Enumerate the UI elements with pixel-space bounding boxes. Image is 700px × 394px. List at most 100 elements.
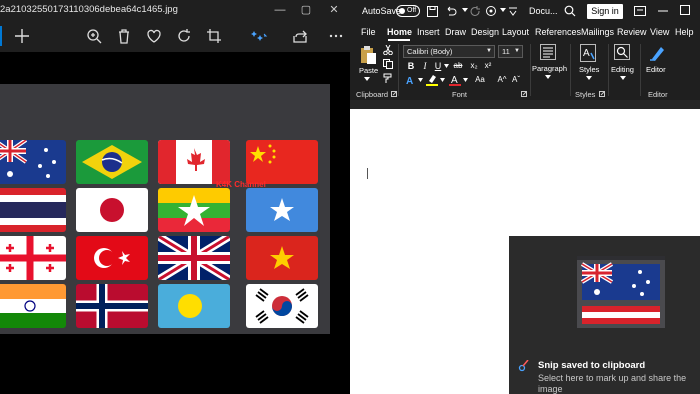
svg-text:A: A	[406, 76, 413, 86]
share-icon[interactable]	[290, 26, 310, 46]
flag-palau	[158, 284, 230, 328]
paragraph-label[interactable]: Paragraph	[532, 64, 567, 73]
flag-india	[0, 284, 66, 328]
tab-insert[interactable]: Insert	[417, 27, 440, 37]
save-icon[interactable]	[427, 6, 438, 17]
paragraph-icon[interactable]	[540, 44, 556, 60]
format-painter-icon[interactable]	[383, 73, 393, 83]
document-name[interactable]: Docu...	[529, 6, 558, 16]
redo-icon[interactable]	[470, 6, 481, 17]
shrink-font-button[interactable]: Aˇ	[510, 74, 522, 86]
editor-icon[interactable]	[648, 44, 666, 62]
font-launcher-icon[interactable]	[521, 91, 527, 97]
styles-label[interactable]: Styles	[579, 65, 599, 74]
flag-japan	[76, 188, 148, 232]
flag-vietnam	[246, 236, 318, 280]
grow-font-button[interactable]: A^	[496, 74, 508, 86]
tab-file[interactable]: File	[361, 27, 376, 37]
restore-icon[interactable]	[680, 5, 690, 15]
tab-help[interactable]: Help	[675, 27, 694, 37]
separator	[398, 44, 399, 96]
styles-icon[interactable]: A	[580, 44, 596, 62]
touch-dropdown-icon[interactable]	[500, 8, 506, 13]
flag-turkey	[76, 236, 148, 280]
font-color-dropdown-icon[interactable]	[463, 78, 468, 82]
edit-icon[interactable]	[248, 26, 268, 46]
italic-button[interactable]: I	[419, 60, 431, 72]
font-name: Calibri (Body)	[407, 47, 453, 56]
photos-window: 2a21032550173110306debea64c1465.jpg — ▢ …	[0, 0, 350, 394]
touch-mode-icon[interactable]	[485, 5, 497, 17]
underline-dropdown-icon[interactable]	[444, 64, 449, 68]
heart-icon[interactable]	[144, 26, 164, 46]
close-button[interactable]: ✕	[326, 2, 342, 18]
rotate-icon[interactable]	[174, 26, 194, 46]
crop-icon[interactable]	[204, 26, 224, 46]
minimize-button[interactable]: —	[272, 2, 288, 18]
tab-draw[interactable]: Draw	[445, 27, 466, 37]
highlight-icon[interactable]	[426, 74, 438, 86]
paragraph-dropdown-icon[interactable]	[545, 75, 551, 79]
ribbon-display-icon[interactable]	[634, 5, 646, 17]
separator	[640, 44, 641, 96]
change-case-button[interactable]: Aa	[472, 74, 488, 86]
undo-icon[interactable]	[445, 6, 457, 17]
flag-brazil	[76, 140, 148, 184]
tab-view[interactable]: View	[650, 27, 669, 37]
subscript-button[interactable]: x₂	[468, 60, 480, 72]
copy-icon[interactable]	[383, 59, 393, 69]
styles-dropdown-icon[interactable]	[586, 76, 592, 80]
superscript-button[interactable]: x²	[482, 60, 494, 72]
flag-australia	[0, 140, 66, 184]
flag-thailand	[0, 188, 66, 232]
tab-references[interactable]: References	[535, 27, 581, 37]
separator	[530, 44, 531, 96]
styles-launcher-icon[interactable]	[599, 91, 605, 97]
search-icon[interactable]	[564, 5, 576, 17]
tab-home[interactable]: Home	[387, 27, 412, 37]
customize-qat-icon[interactable]	[509, 6, 517, 16]
tab-layout[interactable]: Layout	[502, 27, 529, 37]
ribbon: Paste Clipboard Calibri (Body) ▼ 11 ▼ B I …	[350, 42, 700, 100]
editing-icon[interactable]	[614, 44, 630, 60]
maximize-button[interactable]: ▢	[298, 2, 314, 18]
editing-label[interactable]: Editing	[611, 65, 634, 74]
font-name-box[interactable]: Calibri (Body) ▼	[403, 45, 495, 58]
flag-georgia	[0, 236, 66, 280]
snip-thumbnail[interactable]	[577, 256, 665, 328]
font-size-box[interactable]: 11 ▼	[498, 45, 523, 58]
tab-mailings[interactable]: Mailings	[581, 27, 614, 37]
watermark: K4K Channel	[216, 180, 266, 189]
plus-icon[interactable]	[12, 26, 32, 46]
flag-united-kingdom	[158, 236, 230, 280]
photos-toolbar	[0, 20, 350, 52]
snip-notification[interactable]: Snip saved to clipboard Select here to m…	[509, 236, 700, 394]
text-effects-icon[interactable]: A	[405, 75, 417, 86]
chevron-down-icon: ▼	[486, 48, 492, 54]
bold-button[interactable]: B	[405, 60, 417, 72]
cut-icon[interactable]	[383, 45, 393, 55]
tab-review[interactable]: Review	[617, 27, 647, 37]
tab-design[interactable]: Design	[471, 27, 499, 37]
flag-south-korea	[246, 284, 318, 328]
paste-label[interactable]: Paste	[359, 66, 378, 75]
undo-dropdown-icon[interactable]	[462, 8, 468, 13]
text-effects-dropdown-icon[interactable]	[418, 78, 423, 82]
font-color-icon[interactable]: A	[449, 74, 461, 86]
clipboard-launcher-icon[interactable]	[391, 91, 397, 97]
sign-in-button[interactable]: Sign in	[587, 4, 623, 19]
quick-access-toolbar: AutoSave Off Docu... Sign in	[350, 0, 700, 24]
minimize-icon[interactable]	[658, 10, 668, 12]
underline-button[interactable]: U	[432, 60, 444, 72]
strikethrough-button[interactable]: ab	[451, 60, 465, 72]
editor-label[interactable]: Editor	[646, 65, 666, 74]
more-icon[interactable]	[326, 26, 346, 46]
snipping-tool-icon	[518, 360, 529, 372]
editing-dropdown-icon[interactable]	[620, 76, 626, 80]
trash-icon[interactable]	[114, 26, 134, 46]
highlight-dropdown-icon[interactable]	[440, 78, 445, 82]
paste-icon[interactable]	[359, 45, 377, 65]
paste-dropdown-icon[interactable]	[364, 77, 370, 81]
zoom-in-icon[interactable]	[84, 26, 104, 46]
autosave-toggle[interactable]: Off	[396, 5, 420, 17]
